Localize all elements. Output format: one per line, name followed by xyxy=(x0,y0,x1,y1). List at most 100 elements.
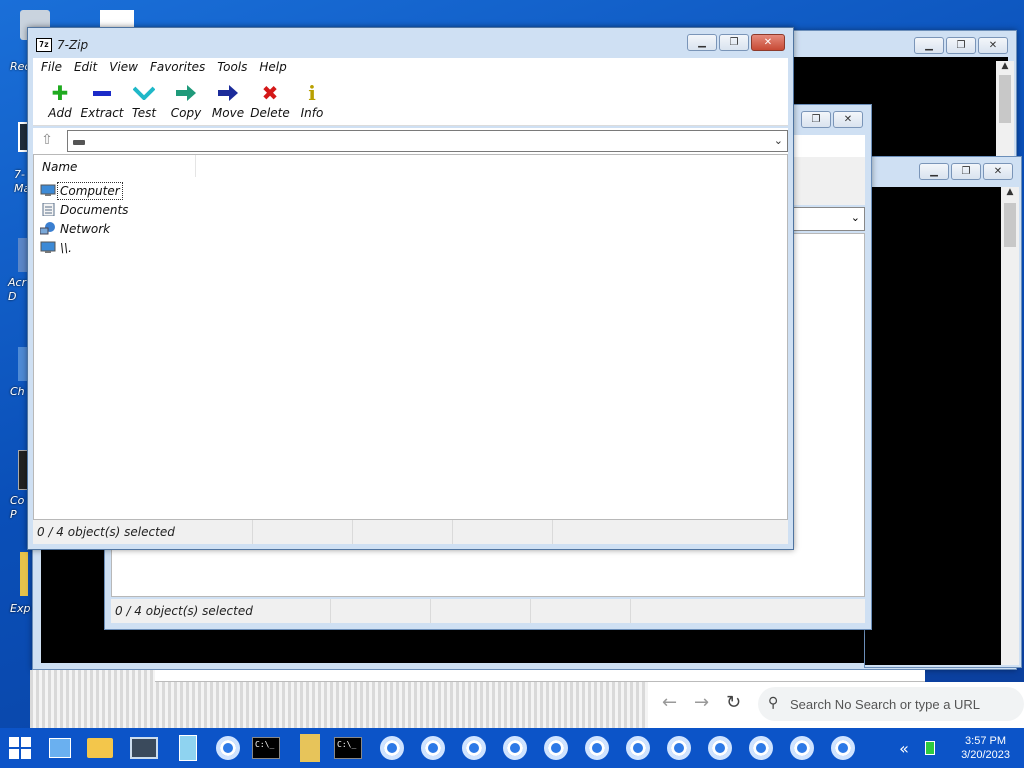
menu-edit[interactable]: Edit xyxy=(74,58,103,78)
close-button[interactable]: ✕ xyxy=(833,111,863,128)
info-label: Info xyxy=(300,106,324,120)
clock-date: 3/20/2023 xyxy=(961,749,1010,761)
close-button[interactable]: ✕ xyxy=(978,37,1008,54)
maximize-button[interactable]: ❐ xyxy=(946,37,976,54)
move-label: Move xyxy=(211,106,245,120)
taskbar-chrome-4[interactable] xyxy=(460,734,488,762)
list-item-unc-root[interactable]: \\. xyxy=(40,238,130,257)
add-label: Add xyxy=(48,106,72,120)
address-bar: ⇧ ⌄ xyxy=(33,128,788,154)
maximize-button[interactable]: ❐ xyxy=(719,34,749,51)
desktop-icon-file[interactable] xyxy=(100,10,134,28)
maximize-button[interactable]: ❐ xyxy=(801,111,831,128)
file-rows: Computer Documents Network \\. xyxy=(40,181,130,257)
scroll-up-arrow[interactable]: ▲ xyxy=(1001,187,1019,203)
chrome-icon xyxy=(421,736,445,760)
maximize-button[interactable]: ❐ xyxy=(951,163,981,180)
taskbar-chrome-12[interactable] xyxy=(788,734,816,762)
scroll-up-arrow[interactable]: ▲ xyxy=(996,61,1014,75)
taskbar-folder[interactable] xyxy=(296,734,324,762)
delete-label: Delete xyxy=(250,106,290,120)
delete-x-icon: ✖ xyxy=(261,81,279,105)
chrome-icon xyxy=(462,736,486,760)
list-item-network[interactable]: Network xyxy=(40,219,130,238)
chevron-down-icon[interactable]: ⌄ xyxy=(851,211,860,224)
close-button[interactable]: ✕ xyxy=(983,163,1013,180)
7zip-window-main: 7z 7-Zip ▁ ❐ ✕ File Edit View Favorites … xyxy=(27,27,794,550)
taskbar-cmd-2[interactable]: C:\_ xyxy=(334,734,362,762)
tray-battery[interactable] xyxy=(916,734,944,762)
file-list: Name Computer Documents Network \\. xyxy=(33,154,788,520)
extract-button[interactable]: Extract xyxy=(81,78,124,125)
delete-button[interactable]: ✖ Delete xyxy=(249,78,291,125)
status-text: 0 / 4 object(s) selected xyxy=(33,520,253,544)
menu-help[interactable]: Help xyxy=(259,58,292,78)
close-button[interactable]: ✕ xyxy=(751,34,785,51)
info-icon: i xyxy=(308,81,316,105)
menu-view[interactable]: View xyxy=(109,58,144,78)
item-name: Documents xyxy=(60,202,129,217)
terminal-window-right: ▁ ❐ ✕ ▲ xyxy=(864,156,1022,668)
copy-button[interactable]: Copy xyxy=(165,78,207,125)
minimize-button[interactable]: ▁ xyxy=(914,37,944,54)
vertical-scrollbar[interactable]: ▲ xyxy=(1001,187,1019,665)
show-hidden-icons-button[interactable]: « xyxy=(890,734,918,762)
taskbar-chrome-7[interactable] xyxy=(583,734,611,762)
taskbar-chrome-11[interactable] xyxy=(747,734,775,762)
chrome-icon xyxy=(503,736,527,760)
item-name: \\. xyxy=(60,240,72,255)
taskbar-chrome-8[interactable] xyxy=(624,734,652,762)
taskbar-chrome-5[interactable] xyxy=(501,734,529,762)
taskbar-chrome-3[interactable] xyxy=(419,734,447,762)
taskbar-chrome-10[interactable] xyxy=(706,734,734,762)
taskbar-network-monitor[interactable] xyxy=(130,734,158,762)
minimize-button[interactable]: ▁ xyxy=(687,34,717,51)
menu-tools[interactable]: Tools xyxy=(217,58,253,78)
forward-arrow-icon[interactable]: → xyxy=(694,692,709,713)
status-text: 0 / 4 object(s) selected xyxy=(111,599,331,623)
up-folder-button[interactable]: ⇧ xyxy=(37,132,57,150)
taskbar-cmd-1[interactable]: C:\_ xyxy=(252,734,280,762)
scroll-thumb[interactable] xyxy=(1004,203,1016,247)
menu-favorites[interactable]: Favorites xyxy=(150,58,211,78)
address-input[interactable]: ⌄ xyxy=(67,130,788,152)
taskbar-chrome-1[interactable] xyxy=(214,734,242,762)
menu-file[interactable]: File xyxy=(41,58,68,78)
chevron-down-icon[interactable]: ⌄ xyxy=(774,134,783,147)
test-button[interactable]: Test xyxy=(123,78,165,125)
taskbar-file-explorer[interactable] xyxy=(86,734,114,762)
cmd-icon: C:\_ xyxy=(252,737,280,759)
title-bar[interactable]: 7z 7-Zip ▁ ❐ ✕ xyxy=(28,28,793,58)
taskbar-chrome-9[interactable] xyxy=(665,734,693,762)
list-item-computer[interactable]: Computer xyxy=(40,181,130,200)
status-cell xyxy=(431,599,531,623)
scroll-thumb[interactable] xyxy=(999,75,1011,123)
taskbar-task-view[interactable] xyxy=(46,734,74,762)
search-icon: ⚲ xyxy=(768,695,779,711)
reload-icon[interactable]: ↻ xyxy=(726,692,741,713)
system-clock[interactable]: 3:57 PM 3/20/2023 xyxy=(961,734,1010,762)
taskbar: C:\_ C:\_ « 3:57 PM 3/20/2023 xyxy=(0,728,1024,768)
list-item-documents[interactable]: Documents xyxy=(40,200,130,219)
windows-logo-icon xyxy=(9,737,31,759)
start-button[interactable] xyxy=(6,734,34,762)
taskbar-notepad[interactable] xyxy=(174,734,202,762)
url-bar[interactable]: ⚲ Search No Search or type a URL xyxy=(758,687,1024,721)
status-bar: 0 / 4 object(s) selected xyxy=(111,599,865,623)
move-arrow-icon xyxy=(216,82,240,104)
caption-buttons: ❐ ✕ xyxy=(801,111,863,128)
move-button[interactable]: Move xyxy=(207,78,249,125)
minimize-button[interactable]: ▁ xyxy=(919,163,949,180)
background-window-edge xyxy=(155,670,925,682)
taskbar-chrome-2[interactable] xyxy=(378,734,406,762)
back-arrow-icon[interactable]: ← xyxy=(662,692,677,713)
check-chevron-icon xyxy=(132,82,156,104)
documents-icon xyxy=(42,203,55,216)
info-button[interactable]: i Info xyxy=(291,78,333,125)
taskbar-chrome-13[interactable] xyxy=(829,734,857,762)
caption-buttons: ▁ ❐ ✕ xyxy=(919,163,1013,180)
url-placeholder: Search No Search or type a URL xyxy=(790,697,981,712)
column-header-name[interactable]: Name xyxy=(34,155,196,177)
taskbar-chrome-6[interactable] xyxy=(542,734,570,762)
add-button[interactable]: ✚ Add xyxy=(39,78,81,125)
